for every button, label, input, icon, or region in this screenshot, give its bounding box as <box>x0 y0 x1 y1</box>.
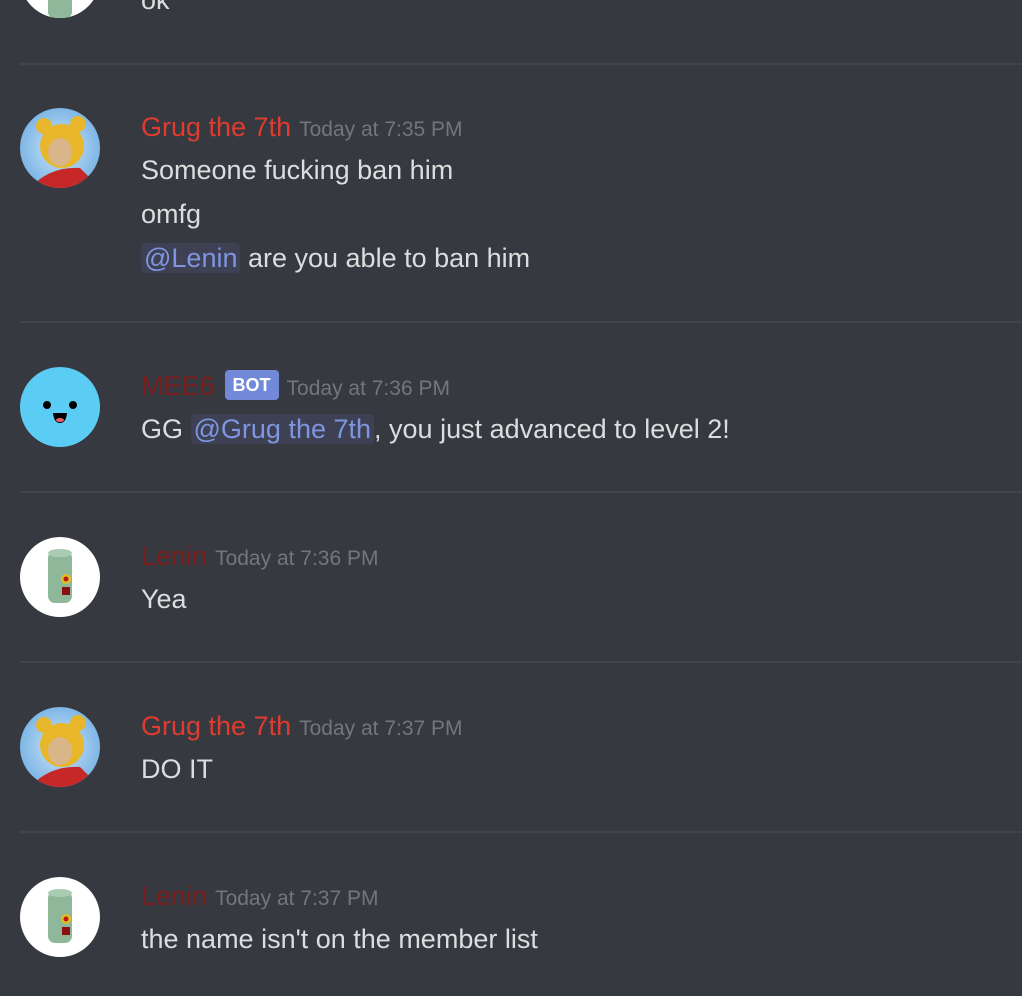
message-header: Lenin Today at 7:36 PM <box>141 536 379 576</box>
message-text-tail: , you just advanced to level 2! <box>374 414 730 444</box>
avatar[interactable] <box>20 707 100 787</box>
message-text-tail: are you able to ban him <box>240 243 531 273</box>
message-text: omfg <box>141 199 202 229</box>
author-name[interactable]: Grug the 7th <box>141 112 291 142</box>
author-name[interactable]: MEE6 <box>141 371 215 401</box>
message-text: ok <box>141 0 170 15</box>
message-header: Lenin Today at 7:37 PM <box>141 876 379 916</box>
divider <box>20 63 1022 65</box>
message-text-head: GG <box>141 414 191 444</box>
lenin-avatar-icon <box>48 549 72 603</box>
message-text: @Lenin are you able to ban him <box>141 236 530 280</box>
avatar[interactable] <box>20 537 100 617</box>
user-mention[interactable]: @Grug the 7th <box>190 414 375 444</box>
timestamp: Today at 7:36 PM <box>286 377 450 400</box>
message-header: Grug the 7th Today at 7:37 PM <box>141 706 463 746</box>
message-text: the name isn't on the member list <box>141 924 538 954</box>
message-text: Someone fucking ban him <box>141 155 454 185</box>
lenin-avatar-icon <box>48 0 72 18</box>
bot-badge: BOT <box>224 370 279 400</box>
author-name[interactable]: Grug the 7th <box>141 711 291 741</box>
author-name[interactable]: Lenin <box>141 541 207 571</box>
avatar[interactable] <box>20 877 100 957</box>
timestamp: Today at 7:37 PM <box>299 717 463 740</box>
message-text: GG @Grug the 7th, you just advanced to l… <box>141 407 730 451</box>
winnie-avatar-icon <box>30 116 100 188</box>
message-text: DO IT <box>141 754 213 784</box>
message-header: MEE6 BOT Today at 7:36 PM <box>141 366 450 406</box>
divider <box>20 831 1022 833</box>
divider <box>20 491 1022 493</box>
avatar[interactable] <box>20 367 100 447</box>
message-header: Grug the 7th Today at 7:35 PM <box>141 107 463 147</box>
timestamp: Today at 7:37 PM <box>215 887 379 910</box>
avatar[interactable] <box>20 108 100 188</box>
avatar[interactable] <box>20 0 100 18</box>
timestamp: Today at 7:36 PM <box>215 547 379 570</box>
divider <box>20 661 1022 663</box>
user-mention[interactable]: @Lenin <box>141 243 241 273</box>
divider <box>20 321 1022 323</box>
author-name[interactable]: Lenin <box>141 881 207 911</box>
message-text: Yea <box>141 584 187 614</box>
mee6-avatar-icon <box>43 401 77 423</box>
winnie-avatar-icon <box>30 715 100 787</box>
timestamp: Today at 7:35 PM <box>299 118 463 141</box>
lenin-avatar-icon <box>48 889 72 943</box>
